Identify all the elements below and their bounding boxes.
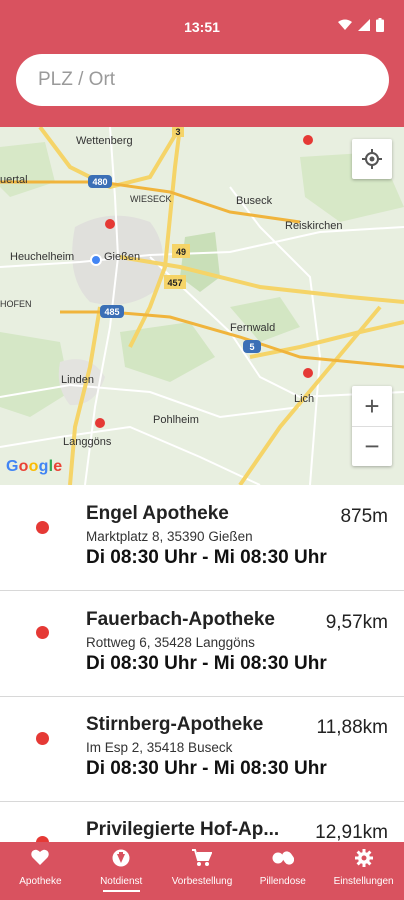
pharmacy-hours: Di 08:30 Uhr - Mi 08:30 Uhr (86, 653, 327, 674)
map-label-uertal: uertal (0, 174, 28, 186)
nav-label: Einstellungen (333, 876, 394, 887)
crosshair-icon (362, 149, 382, 169)
pharmacy-name: Stirnberg-Apotheke (86, 714, 264, 735)
google-logo: Google (6, 458, 63, 475)
pharmacy-hours: Di 08:30 Uhr - Mi 08:30 Uhr (86, 547, 327, 568)
nav-apotheke[interactable]: Apotheke (0, 842, 81, 900)
pharmacy-list-item[interactable]: Stirnberg-Apotheke 11,88km Im Esp 2, 354… (0, 696, 404, 802)
pharmacy-address: Rottweg 6, 35428 Langgöns (86, 635, 255, 650)
pill-icon (242, 849, 323, 869)
map-label-hofen: HOFEN (0, 299, 32, 309)
battery-icon (376, 18, 384, 32)
map-label-linden: Linden (61, 374, 95, 386)
map-canvas[interactable]: 3 480 49 457 485 5 (0, 127, 404, 485)
road-number-label: 5 (249, 342, 254, 352)
pharmacy-status-dot (36, 732, 49, 745)
pharmacy-status-dot (36, 521, 49, 534)
active-tab-indicator (102, 890, 140, 892)
pharmacy-distance: 9,57km (325, 612, 388, 633)
pharmacy-distance: 12,91km (315, 822, 388, 842)
gear-icon (323, 849, 404, 869)
pharmacy-marker[interactable] (95, 418, 105, 428)
map-label-reiskirchen: Reiskirchen (285, 220, 343, 232)
pharmacy-distance: 875m (340, 506, 388, 527)
pharmacy-marker[interactable] (303, 135, 313, 145)
pharmacy-list[interactable]: Engel Apotheke 875m Marktplatz 8, 35390 … (0, 485, 404, 842)
pharmacy-marker[interactable] (105, 219, 115, 229)
nav-einstellungen[interactable]: Einstellungen (323, 842, 404, 900)
zoom-out-button[interactable]: − (352, 426, 392, 466)
pharmacy-status-dot (36, 626, 49, 639)
road-number-label: 3 (175, 127, 180, 137)
nav-vorbestellung[interactable]: Vorbestellung (162, 842, 243, 900)
map-label-buseck: Buseck (236, 195, 273, 207)
emergency-icon (81, 849, 162, 869)
bottom-navigation: Apotheke Notdienst Vorbestellung Pillend… (0, 842, 404, 900)
pharmacy-list-item[interactable]: Privilegierte Hof-Ap... 12,91km (0, 802, 404, 842)
pharmacy-distance: 11,88km (316, 717, 388, 738)
wifi-icon (338, 19, 352, 30)
signal-icon (358, 19, 370, 31)
nav-notdienst[interactable]: Notdienst (81, 842, 162, 900)
pharmacy-name: Fauerbach-Apotheke (86, 609, 275, 630)
map-label-giessen: Gießen (104, 251, 141, 263)
nav-label: Vorbestellung (171, 876, 233, 887)
zoom-in-button[interactable]: + (352, 386, 392, 426)
my-location-dot (90, 254, 102, 266)
pharmacy-list-item[interactable]: Fauerbach-Apotheke 9,57km Rottweg 6, 354… (0, 591, 404, 697)
pharmacy-name: Engel Apotheke (86, 503, 229, 524)
zoom-controls: + − (352, 386, 392, 466)
map-label-lich: Lich (294, 393, 315, 405)
map-label-langgoens: Langgöns (63, 436, 112, 448)
status-icons (338, 18, 384, 32)
heart-icon (0, 849, 81, 869)
pharmacy-list-item[interactable]: Engel Apotheke 875m Marktplatz 8, 35390 … (0, 485, 404, 591)
status-bar: 13:51 (0, 0, 404, 52)
road-number-label: 49 (176, 247, 186, 257)
search-box[interactable] (16, 54, 389, 106)
map-label-pohlheim: Pohlheim (153, 414, 199, 426)
pharmacy-name: Privilegierte Hof-Ap... (86, 819, 280, 840)
nav-label: Notdienst (100, 876, 143, 887)
road-number-label: 480 (92, 177, 107, 187)
pharmacy-address: Im Esp 2, 35418 Buseck (86, 740, 233, 755)
search-input[interactable] (38, 66, 358, 94)
road-number-label: 457 (167, 278, 182, 288)
nav-pillendose[interactable]: Pillendose (242, 842, 323, 900)
road-number-label: 485 (104, 307, 119, 317)
pharmacy-marker[interactable] (303, 368, 313, 378)
pharmacy-address: Marktplatz 8, 35390 Gießen (86, 529, 253, 544)
app-header: 13:51 (0, 0, 404, 127)
map-label-fernwald: Fernwald (230, 322, 276, 334)
nav-label: Pillendose (259, 876, 306, 887)
my-location-button[interactable] (352, 139, 392, 179)
pharmacy-hours: Di 08:30 Uhr - Mi 08:30 Uhr (86, 758, 327, 779)
nav-label: Apotheke (19, 876, 62, 887)
cart-icon (162, 849, 243, 869)
map-label-heuchelheim: Heuchelheim (10, 251, 75, 263)
map-label-wieseck: Wieseck (130, 194, 172, 204)
map-view[interactable]: 3 480 49 457 485 5 Wettenberg Wieseck Bu… (0, 127, 404, 485)
map-label-wettenberg: Wettenberg (76, 135, 133, 147)
